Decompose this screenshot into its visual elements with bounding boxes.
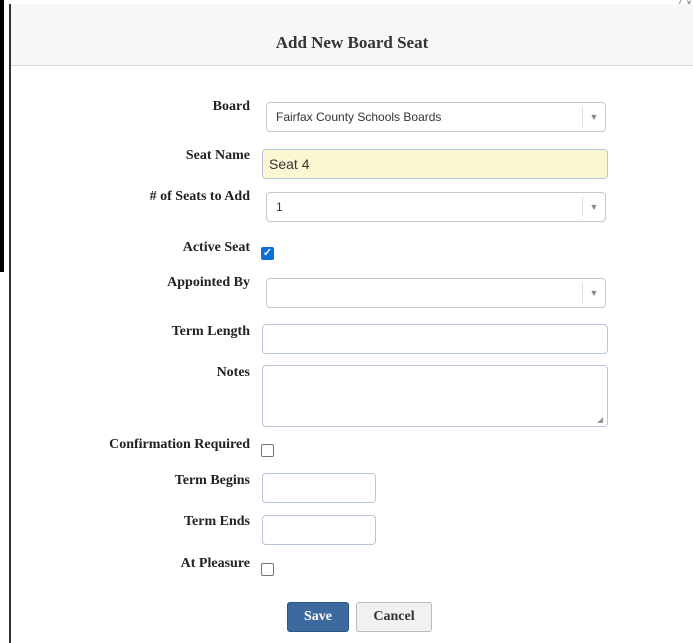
dialog-title: Add New Board Seat — [275, 33, 429, 52]
appointed-by-label: Appointed By — [167, 275, 250, 290]
seat-name-label: Seat Name — [185, 148, 250, 163]
background-edge — [0, 0, 4, 272]
confirmation-required-label: Confirmation Required — [109, 437, 250, 452]
chevron-down-icon: ▼ — [582, 107, 605, 127]
term-length-input[interactable] — [262, 324, 608, 354]
appointed-by-select[interactable]: ▼ — [266, 278, 606, 308]
seats-to-add-select[interactable]: 1 ▼ — [266, 192, 606, 222]
board-label: Board — [212, 99, 250, 114]
active-seat-label: Active Seat — [182, 240, 250, 255]
board-select[interactable]: Fairfax County Schools Boards ▼ — [266, 102, 606, 132]
active-seat-checkbox[interactable]: ✓ — [261, 247, 274, 260]
seats-to-add-value: 1 — [276, 200, 283, 214]
dialog-header: Add New Board Seat — [11, 4, 693, 66]
notes-label: Notes — [216, 365, 250, 380]
add-board-seat-dialog: × Add New Board Seat Board Fairfax Count… — [9, 0, 693, 643]
notes-textarea[interactable]: ◢ — [262, 365, 608, 427]
board-select-value: Fairfax County Schools Boards — [276, 110, 442, 124]
term-begins-input[interactable] — [262, 473, 376, 503]
term-ends-input[interactable] — [262, 515, 376, 545]
resize-handle-icon[interactable]: ◢ — [597, 416, 605, 424]
term-ends-label: Term Ends — [183, 514, 250, 529]
at-pleasure-label: At Pleasure — [180, 556, 250, 571]
term-length-label: Term Length — [171, 324, 250, 339]
save-button[interactable]: Save — [287, 602, 349, 632]
chevron-down-icon: ▼ — [582, 197, 605, 217]
seat-name-input[interactable]: Seat 4 — [262, 149, 608, 179]
chevron-down-icon: ▼ — [582, 283, 605, 303]
seats-to-add-label: # of Seats to Add — [149, 189, 250, 204]
term-begins-label: Term Begins — [174, 473, 250, 488]
confirmation-required-checkbox[interactable] — [261, 444, 274, 457]
at-pleasure-checkbox[interactable] — [261, 563, 274, 576]
cancel-button[interactable]: Cancel — [356, 602, 432, 632]
